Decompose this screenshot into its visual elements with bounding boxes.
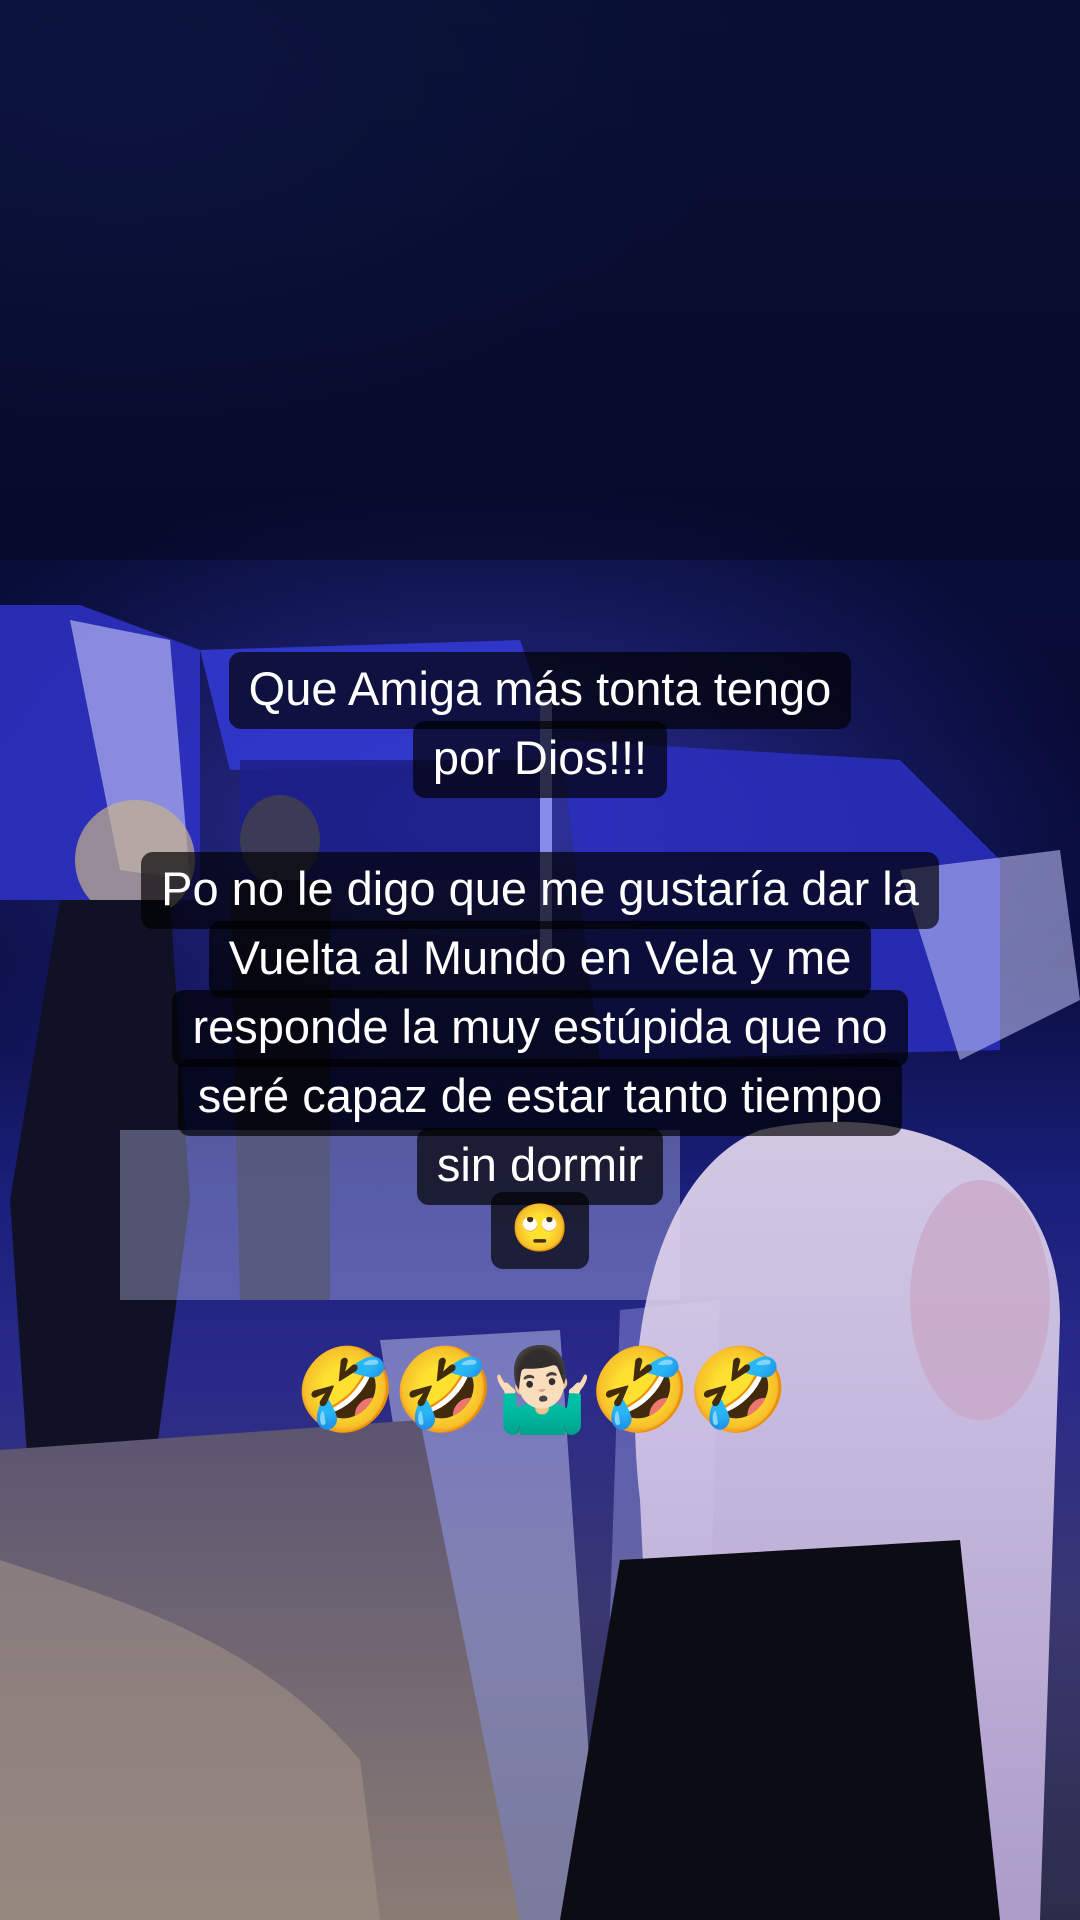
caption-line-2: por Dios!!! [0,721,1080,798]
caption-line-7: sin dormir [0,1128,1080,1205]
caption-line-4: Vuelta al Mundo en Vela y me [0,921,1080,998]
caption-line-1: Que Amiga más tonta tengo [0,652,1080,729]
caption-line-3: Po no le digo que me gustaría dar la [0,852,1080,929]
caption-line-5: responde la muy estúpida que no [0,990,1080,1067]
eye-roll-emoji: 🙄 [0,1192,1080,1269]
caption-line-6: seré capaz de estar tanto tiempo [0,1059,1080,1136]
video-frame: Que Amiga más tonta tengo por Dios!!! Po… [0,0,1080,1920]
laughing-emoji-row: 🤣🤣🤷🏻‍♂️🤣🤣 [294,1343,789,1438]
